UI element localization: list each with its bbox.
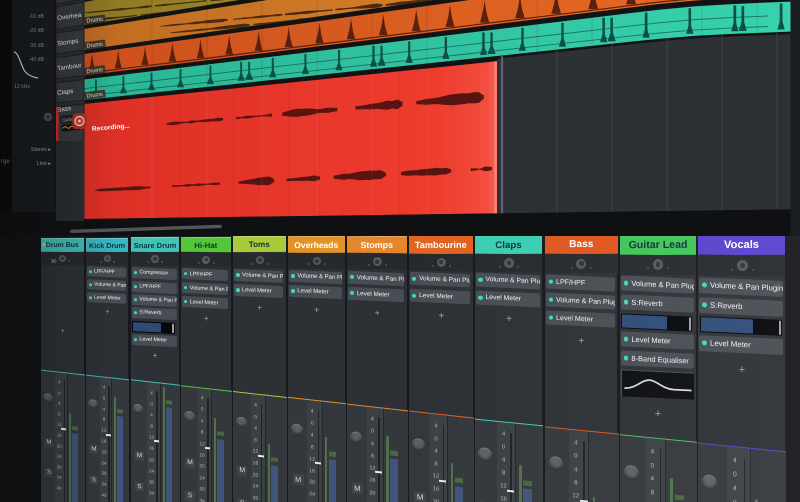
svg-text:12 kHz: 12 kHz: [14, 84, 31, 90]
svg-text:Stereo ▸: Stereo ▸: [31, 147, 51, 153]
svg-text:-40 dB: -40 dB: [29, 57, 45, 63]
svg-text:rge: rge: [1, 159, 10, 165]
svg-text:-10 dB: -10 dB: [29, 14, 45, 20]
svg-text:-30 dB: -30 dB: [29, 43, 45, 49]
svg-text:-20 dB: -20 dB: [29, 28, 45, 34]
svg-text:Line ▸: Line ▸: [37, 161, 52, 167]
